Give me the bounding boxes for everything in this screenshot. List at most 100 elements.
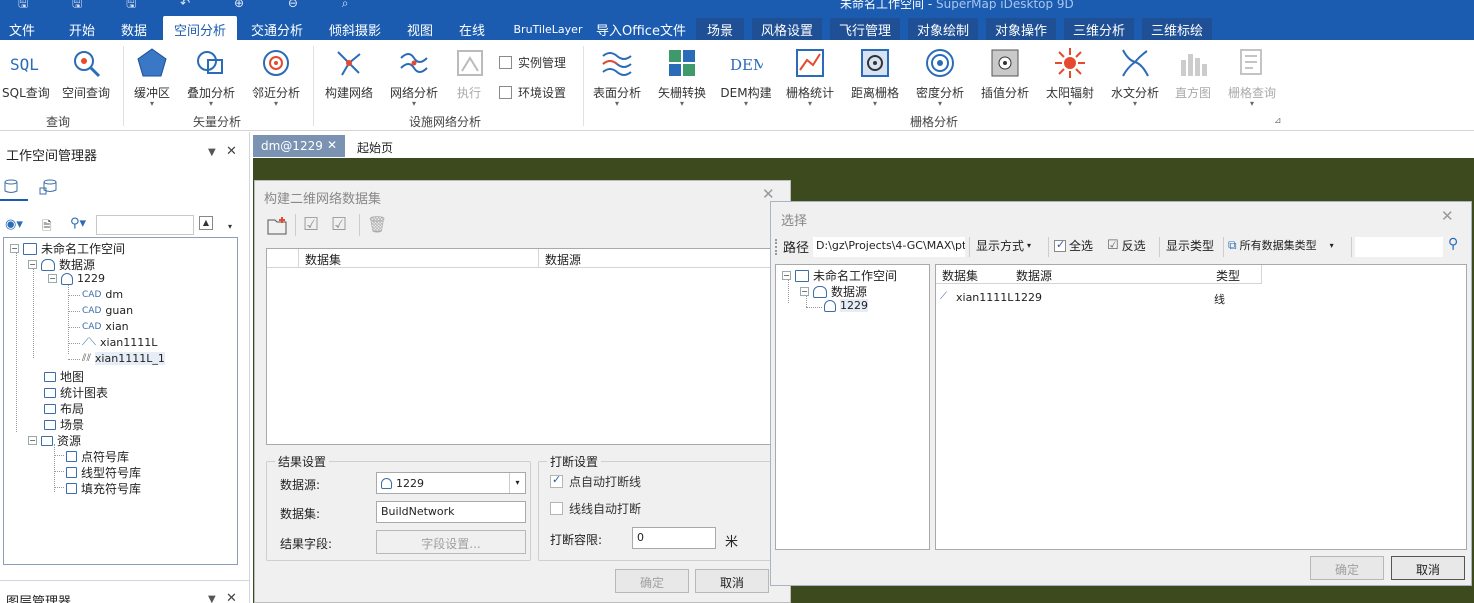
auto-break-point-checkbox[interactable]: 点自动打断线: [550, 473, 641, 490]
invert-select-icon[interactable]: ☑: [331, 214, 347, 235]
tab-file[interactable]: 文件: [8, 18, 36, 40]
datasource-view-icon[interactable]: [38, 178, 58, 196]
dem-build-button[interactable]: DEM DEM构建 ▾: [719, 46, 773, 108]
new-document-icon[interactable]: 🗎: [42, 217, 52, 238]
collapse-icon[interactable]: −: [800, 287, 809, 296]
datasource-select[interactable]: 1229 ▾: [376, 472, 526, 494]
tree-node-dataset[interactable]: ⫽⫽ xian1111L_1: [82, 352, 165, 365]
interpolation-button[interactable]: 插值分析: [977, 46, 1033, 101]
hydrology-button[interactable]: 水文分析 ▾: [1107, 46, 1163, 108]
close-icon[interactable]: ✕: [226, 591, 237, 603]
list-header-dataset[interactable]: 数据集: [936, 265, 1010, 284]
grid-header-dataset[interactable]: 数据集: [299, 249, 539, 268]
tab-view[interactable]: 视图: [406, 18, 434, 40]
tree-node-charts[interactable]: 统计图表: [44, 384, 108, 401]
tab-start[interactable]: 开始: [68, 18, 96, 40]
tab-flight-management[interactable]: 飞行管理: [830, 18, 900, 40]
tab-data[interactable]: 数据: [120, 18, 148, 40]
tree-node-datasources[interactable]: − 数据源: [800, 283, 867, 300]
delete-icon[interactable]: 🗑: [367, 215, 387, 234]
display-mode-dropdown[interactable]: 显示方式 ▾: [976, 237, 1031, 254]
tab-start-page[interactable]: 起始页: [349, 135, 405, 157]
tree-node-fill-symbols[interactable]: 填充符号库: [66, 480, 141, 497]
tree-node-line-symbols[interactable]: 线型符号库: [66, 464, 141, 481]
tab-style-settings[interactable]: 风格设置: [752, 18, 822, 40]
tree-search-input[interactable]: [96, 215, 194, 235]
quick-access-toolbar[interactable]: 🖫 🖫 🖫 ↶ ⊕ ⊖ ⌕: [18, 0, 368, 10]
dataset-name-input[interactable]: BuildNetwork: [376, 501, 526, 523]
tree-node-dataset[interactable]: ⟋⟍ xian1111L: [82, 336, 157, 349]
filter-input[interactable]: [1355, 237, 1443, 257]
solar-radiation-button[interactable]: 太阳辐射 ▾: [1042, 46, 1098, 108]
tree-node-dataset[interactable]: CAD guan: [82, 304, 133, 317]
execute-button[interactable]: 执行: [453, 46, 485, 101]
tab-spatial-analysis[interactable]: 空间分析: [163, 16, 237, 40]
more-options-icon[interactable]: ▾: [228, 222, 232, 231]
tree-node-workspace[interactable]: − 未命名工作空间: [10, 240, 125, 257]
search-icon[interactable]: ⚲: [1448, 236, 1458, 252]
collapse-up-icon[interactable]: ▲: [199, 216, 213, 230]
tab-map-document[interactable]: dm@1229 ✕: [253, 135, 345, 157]
collapse-icon[interactable]: −: [28, 436, 37, 445]
cancel-button[interactable]: 取消: [1391, 556, 1465, 580]
instance-manage-checkbox[interactable]: 实例管理: [499, 54, 566, 71]
collapse-icon[interactable]: −: [782, 271, 791, 280]
neighbor-analysis-button[interactable]: 邻近分析 ▾: [248, 46, 304, 108]
close-icon[interactable]: ✕: [226, 144, 237, 159]
tab-3d-plotting[interactable]: 三维标绘: [1142, 18, 1212, 40]
tree-node-dataset[interactable]: CAD dm: [82, 288, 123, 301]
ok-button[interactable]: 确定: [1310, 556, 1384, 580]
tab-scene[interactable]: 场景: [696, 18, 744, 40]
tab-traffic-analysis[interactable]: 交通分析: [249, 18, 305, 40]
tree-node-workspace[interactable]: − 未命名工作空间: [782, 267, 897, 284]
table-row[interactable]: ⟋ xian1111L 1229 线: [936, 290, 1466, 308]
sql-query-button[interactable]: SQL SQL查询: [2, 46, 50, 101]
collapse-icon[interactable]: −: [10, 244, 19, 253]
workspace-view-icon[interactable]: [3, 178, 21, 196]
add-dataset-icon[interactable]: [267, 216, 289, 236]
tree-node-scenes[interactable]: 场景: [44, 416, 84, 433]
field-settings-button[interactable]: 字段设置...: [376, 530, 526, 554]
density-analysis-button[interactable]: 密度分析 ▾: [912, 46, 968, 108]
build-network-button[interactable]: 构建网络: [320, 46, 378, 101]
surface-analysis-button[interactable]: 表面分析 ▾: [589, 46, 645, 108]
tree-node-point-symbols[interactable]: 点符号库: [66, 448, 129, 465]
tab-oblique-photo[interactable]: 倾斜摄影: [327, 18, 383, 40]
network-analysis-button[interactable]: 网络分析 ▾: [385, 46, 443, 108]
invert-select-button[interactable]: ☑ 反选: [1107, 237, 1146, 254]
collapse-icon[interactable]: −: [48, 274, 57, 283]
path-input[interactable]: D:\gz\Projects\4-GC\MAX\pt\: [813, 237, 965, 257]
spatial-query-button[interactable]: 空间查询: [58, 46, 114, 101]
break-tolerance-input[interactable]: 0: [632, 527, 716, 549]
dialog-launcher-icon[interactable]: ⊿: [1274, 116, 1282, 126]
select-all-icon[interactable]: ☑: [303, 214, 319, 235]
grid-header-datasource[interactable]: 数据源: [539, 249, 783, 268]
histogram-button[interactable]: 直方图: [1171, 46, 1215, 101]
distance-raster-button[interactable]: 距离栅格 ▾: [847, 46, 903, 108]
tab-3d-analysis[interactable]: 三维分析: [1064, 18, 1134, 40]
pin-icon[interactable]: ▼: [208, 594, 216, 603]
env-settings-checkbox[interactable]: 环境设置: [499, 84, 566, 101]
tree-node-ds-1229[interactable]: − 1229: [48, 272, 105, 285]
pin-icon[interactable]: ▼: [208, 147, 216, 158]
tab-import-office[interactable]: 导入Office文件: [596, 18, 686, 40]
tree-node-maps[interactable]: 地图: [44, 368, 84, 385]
tree-node-ds-1229[interactable]: 1229: [824, 299, 868, 312]
list-header-type[interactable]: 类型: [1210, 265, 1262, 284]
raster-query-button[interactable]: 栅格查询 ▾: [1224, 46, 1280, 108]
tree-node-resources[interactable]: − 资源: [28, 432, 81, 449]
dataset-type-dropdown[interactable]: ⧉ 所有数据集类型 ▾: [1228, 237, 1334, 253]
auto-break-line-checkbox[interactable]: 线线自动打断: [550, 500, 641, 517]
select-all-button[interactable]: 全选: [1054, 237, 1093, 254]
search-icon[interactable]: ⚲▾: [70, 216, 86, 231]
dropdown-arrow-icon[interactable]: ▾: [509, 473, 525, 493]
close-icon[interactable]: ✕: [327, 138, 337, 152]
tree-node-dataset[interactable]: CAD xian: [82, 320, 129, 333]
buffer-button[interactable]: 缓冲区 ▾: [130, 46, 174, 108]
vector-raster-convert-button[interactable]: 矢栅转换 ▾: [654, 46, 710, 108]
raster-stats-button[interactable]: 栅格统计 ▾: [782, 46, 838, 108]
cancel-button[interactable]: 取消: [695, 569, 769, 593]
tree-node-layouts[interactable]: 布局: [44, 400, 84, 417]
tab-object-ops[interactable]: 对象操作: [986, 18, 1056, 40]
tree-node-datasources[interactable]: − 数据源: [28, 256, 95, 273]
